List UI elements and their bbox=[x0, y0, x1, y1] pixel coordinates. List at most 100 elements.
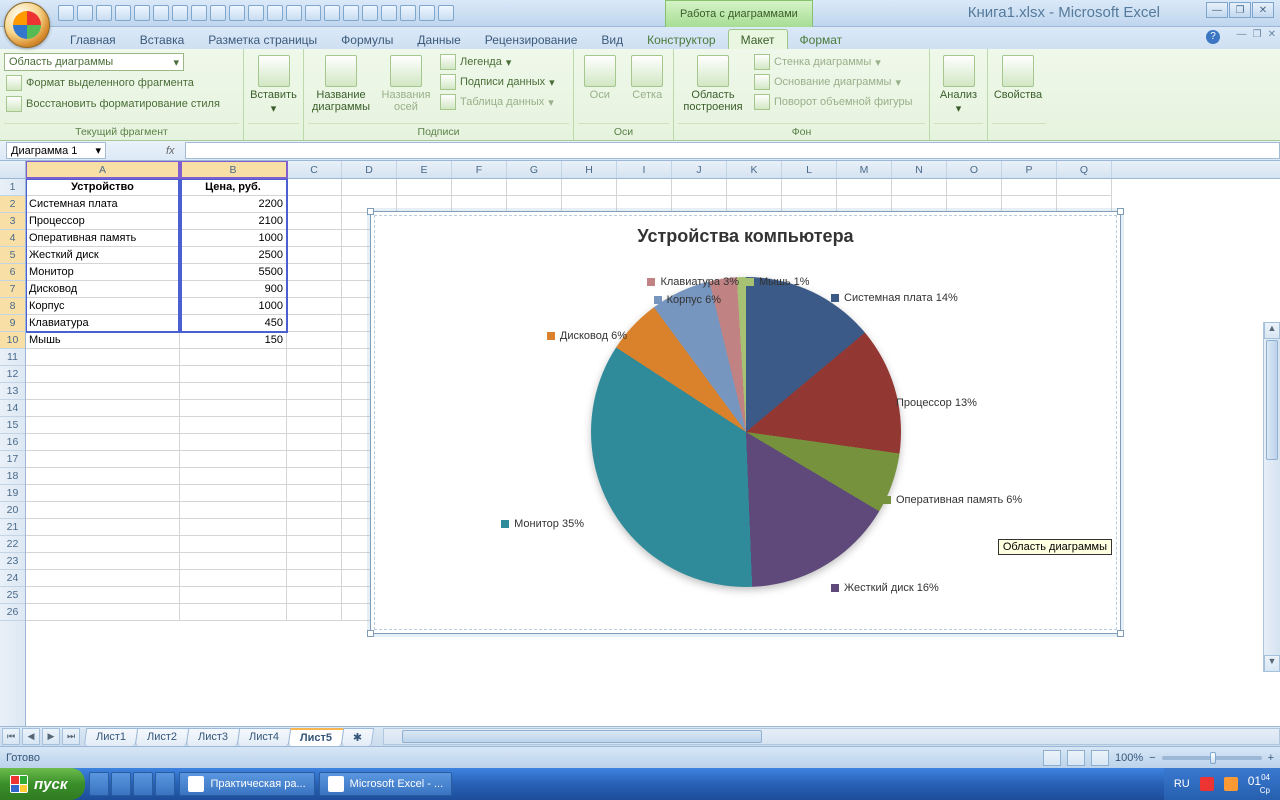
cell-C18[interactable] bbox=[287, 468, 342, 485]
row-header-20[interactable]: 20 bbox=[0, 502, 25, 519]
cell-B12[interactable] bbox=[180, 366, 287, 383]
qat-delete-icon[interactable] bbox=[343, 5, 359, 21]
taskbar-clock[interactable]: 0104Ср bbox=[1248, 774, 1270, 795]
cell-A24[interactable] bbox=[26, 570, 180, 587]
row-header-3[interactable]: 3 bbox=[0, 213, 25, 230]
horizontal-scrollbar[interactable] bbox=[383, 728, 1280, 745]
cell-A3[interactable]: Процессор bbox=[26, 213, 180, 230]
tab-chart-format[interactable]: Формат bbox=[788, 30, 855, 49]
cell-A10[interactable]: Мышь bbox=[26, 332, 180, 349]
cell-D1[interactable] bbox=[342, 179, 397, 196]
cell-K1[interactable] bbox=[727, 179, 782, 196]
tray-icon-1[interactable] bbox=[1200, 777, 1214, 791]
qat-undo-icon[interactable] bbox=[77, 5, 93, 21]
cell-A5[interactable]: Жесткий диск bbox=[26, 247, 180, 264]
pie-label-0[interactable]: Системная плата 14% bbox=[831, 292, 958, 304]
qat-new-icon[interactable] bbox=[134, 5, 150, 21]
ql-icon-2[interactable] bbox=[111, 772, 131, 796]
cell-C24[interactable] bbox=[287, 570, 342, 587]
help-icon[interactable]: ? bbox=[1206, 30, 1220, 44]
tab-page-layout[interactable]: Разметка страницы bbox=[196, 30, 329, 49]
close-button[interactable]: ✕ bbox=[1252, 2, 1274, 18]
cell-B26[interactable] bbox=[180, 604, 287, 621]
cell-C16[interactable] bbox=[287, 434, 342, 451]
cell-A1[interactable]: Устройство bbox=[26, 179, 180, 196]
cell-B20[interactable] bbox=[180, 502, 287, 519]
cell-B5[interactable]: 2500 bbox=[180, 247, 287, 264]
row-header-11[interactable]: 11 bbox=[0, 349, 25, 366]
col-header-F[interactable]: F bbox=[452, 161, 507, 178]
scroll-up-arrow-icon[interactable]: ▲ bbox=[1264, 322, 1280, 339]
sheet-nav-prev-icon[interactable]: ◀ bbox=[22, 728, 40, 745]
col-header-J[interactable]: J bbox=[672, 161, 727, 178]
col-header-G[interactable]: G bbox=[507, 161, 562, 178]
cell-C10[interactable] bbox=[287, 332, 342, 349]
zoom-level[interactable]: 100% bbox=[1115, 752, 1143, 764]
cell-A20[interactable] bbox=[26, 502, 180, 519]
scroll-down-arrow-icon[interactable]: ▼ bbox=[1264, 655, 1280, 672]
col-header-I[interactable]: I bbox=[617, 161, 672, 178]
cell-B7[interactable]: 900 bbox=[180, 281, 287, 298]
cell-B3[interactable]: 2100 bbox=[180, 213, 287, 230]
tab-view[interactable]: Вид bbox=[589, 30, 635, 49]
view-normal-button[interactable] bbox=[1043, 750, 1061, 766]
view-page-break-button[interactable] bbox=[1091, 750, 1109, 766]
reset-style-button[interactable]: Восстановить форматирование стиля bbox=[4, 95, 239, 113]
cell-A4[interactable]: Оперативная память bbox=[26, 230, 180, 247]
row-header-17[interactable]: 17 bbox=[0, 451, 25, 468]
qat-macro-icon[interactable] bbox=[419, 5, 435, 21]
insert-button[interactable]: Вставить▾ bbox=[248, 51, 299, 123]
row-header-4[interactable]: 4 bbox=[0, 230, 25, 247]
cell-B11[interactable] bbox=[180, 349, 287, 366]
cell-F1[interactable] bbox=[452, 179, 507, 196]
cell-C5[interactable] bbox=[287, 247, 342, 264]
row-header-13[interactable]: 13 bbox=[0, 383, 25, 400]
zoom-out-button[interactable]: − bbox=[1149, 752, 1155, 764]
zoom-in-button[interactable]: + bbox=[1268, 752, 1274, 764]
tab-formulas[interactable]: Формулы bbox=[329, 30, 405, 49]
col-header-D[interactable]: D bbox=[342, 161, 397, 178]
row-header-25[interactable]: 25 bbox=[0, 587, 25, 604]
col-header-M[interactable]: M bbox=[837, 161, 892, 178]
cell-A19[interactable] bbox=[26, 485, 180, 502]
cell-Q1[interactable] bbox=[1057, 179, 1112, 196]
cell-O1[interactable] bbox=[947, 179, 1002, 196]
tab-home[interactable]: Главная bbox=[58, 30, 128, 49]
office-button[interactable] bbox=[4, 2, 50, 48]
tray-icon-2[interactable] bbox=[1224, 777, 1238, 791]
cell-A26[interactable] bbox=[26, 604, 180, 621]
row-header-10[interactable]: 10 bbox=[0, 332, 25, 349]
cell-C14[interactable] bbox=[287, 400, 342, 417]
sheet-nav-first-icon[interactable]: ⏮ bbox=[2, 728, 20, 745]
cell-B6[interactable]: 5500 bbox=[180, 264, 287, 281]
sheet-tab-Лист2[interactable]: Лист2 bbox=[135, 728, 190, 746]
col-header-A[interactable]: A bbox=[26, 161, 180, 178]
cell-A8[interactable]: Корпус bbox=[26, 298, 180, 315]
minimize-button[interactable]: — bbox=[1206, 2, 1228, 18]
cell-A13[interactable] bbox=[26, 383, 180, 400]
cell-E1[interactable] bbox=[397, 179, 452, 196]
cell-A25[interactable] bbox=[26, 587, 180, 604]
qat-open-icon[interactable] bbox=[115, 5, 131, 21]
qat-insert-row-icon[interactable] bbox=[305, 5, 321, 21]
col-header-B[interactable]: B bbox=[180, 161, 287, 178]
ql-icon-4[interactable] bbox=[155, 772, 175, 796]
cell-B15[interactable] bbox=[180, 417, 287, 434]
cell-B24[interactable] bbox=[180, 570, 287, 587]
select-all-cell[interactable] bbox=[0, 161, 25, 179]
cell-C19[interactable] bbox=[287, 485, 342, 502]
cell-A15[interactable] bbox=[26, 417, 180, 434]
qat-print-icon[interactable] bbox=[172, 5, 188, 21]
col-header-N[interactable]: N bbox=[892, 161, 947, 178]
cell-A14[interactable] bbox=[26, 400, 180, 417]
cell-B8[interactable]: 1000 bbox=[180, 298, 287, 315]
sheet-nav-last-icon[interactable]: ⏭ bbox=[62, 728, 80, 745]
qat-spell-icon[interactable] bbox=[210, 5, 226, 21]
row-header-23[interactable]: 23 bbox=[0, 553, 25, 570]
zoom-thumb[interactable] bbox=[1210, 752, 1216, 764]
qat-merge-icon[interactable] bbox=[267, 5, 283, 21]
qat-borders-icon[interactable] bbox=[286, 5, 302, 21]
cell-C17[interactable] bbox=[287, 451, 342, 468]
language-indicator[interactable]: RU bbox=[1174, 778, 1190, 790]
cell-B9[interactable]: 450 bbox=[180, 315, 287, 332]
